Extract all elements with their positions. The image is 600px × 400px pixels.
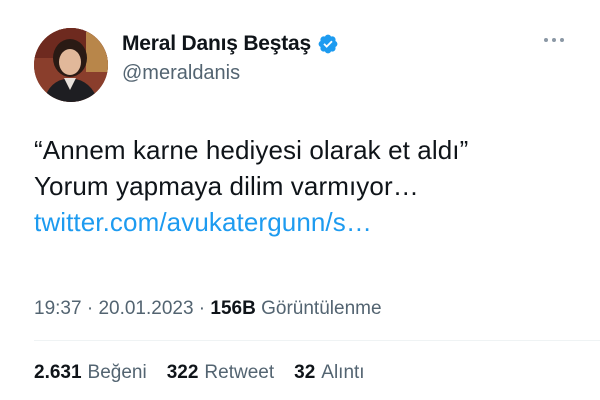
- likes-label: Beğeni: [87, 362, 147, 383]
- views-count: 156B: [210, 298, 256, 319]
- avatar[interactable]: [34, 28, 108, 102]
- tweet-text: “Annem karne hediyesi olarak et aldı” Yo…: [34, 132, 574, 240]
- divider: [34, 340, 600, 341]
- retweets-label: Retweet: [204, 362, 275, 383]
- tweet-time[interactable]: 19:37: [34, 298, 82, 319]
- quotes-count: 32: [294, 362, 316, 383]
- likes-stat[interactable]: 2.631 Beğeni: [34, 362, 147, 384]
- tweet-date[interactable]: 20.01.2023: [98, 298, 193, 319]
- author-handle[interactable]: @meraldanis: [122, 62, 240, 85]
- quotes-label: Alıntı: [321, 362, 365, 383]
- tweet-stats: 2.631 Beğeni 322 Retweet 32 Alıntı: [34, 362, 365, 384]
- retweets-count: 322: [166, 362, 199, 383]
- views-label: Görüntülenme: [255, 298, 382, 319]
- more-options-icon[interactable]: [544, 38, 564, 42]
- verified-badge-icon: [318, 34, 338, 54]
- tweet-link[interactable]: twitter.com/avukatergunn/s…: [34, 204, 574, 240]
- tweet-meta: 19:37 · 20.01.2023 · 156B Görüntülenme: [34, 298, 382, 320]
- author-display-name[interactable]: Meral Danış Beştaş: [122, 32, 311, 56]
- quotes-stat[interactable]: 32 Alıntı: [294, 362, 364, 384]
- meta-separator: ·: [193, 298, 211, 319]
- meta-separator: ·: [81, 298, 99, 319]
- tweet-text-line-1: “Annem karne hediyesi olarak et aldı”: [34, 135, 469, 165]
- avatar-photo: [34, 28, 108, 102]
- tweet-text-line-2: Yorum yapmaya dilim varmıyor…: [34, 171, 419, 201]
- retweets-stat[interactable]: 322 Retweet: [167, 362, 274, 384]
- likes-count: 2.631: [34, 362, 82, 383]
- tweet-card: Meral Danış Beştaş @meraldanis “Annem ka…: [0, 0, 600, 400]
- author-name-row[interactable]: Meral Danış Beştaş: [122, 32, 339, 56]
